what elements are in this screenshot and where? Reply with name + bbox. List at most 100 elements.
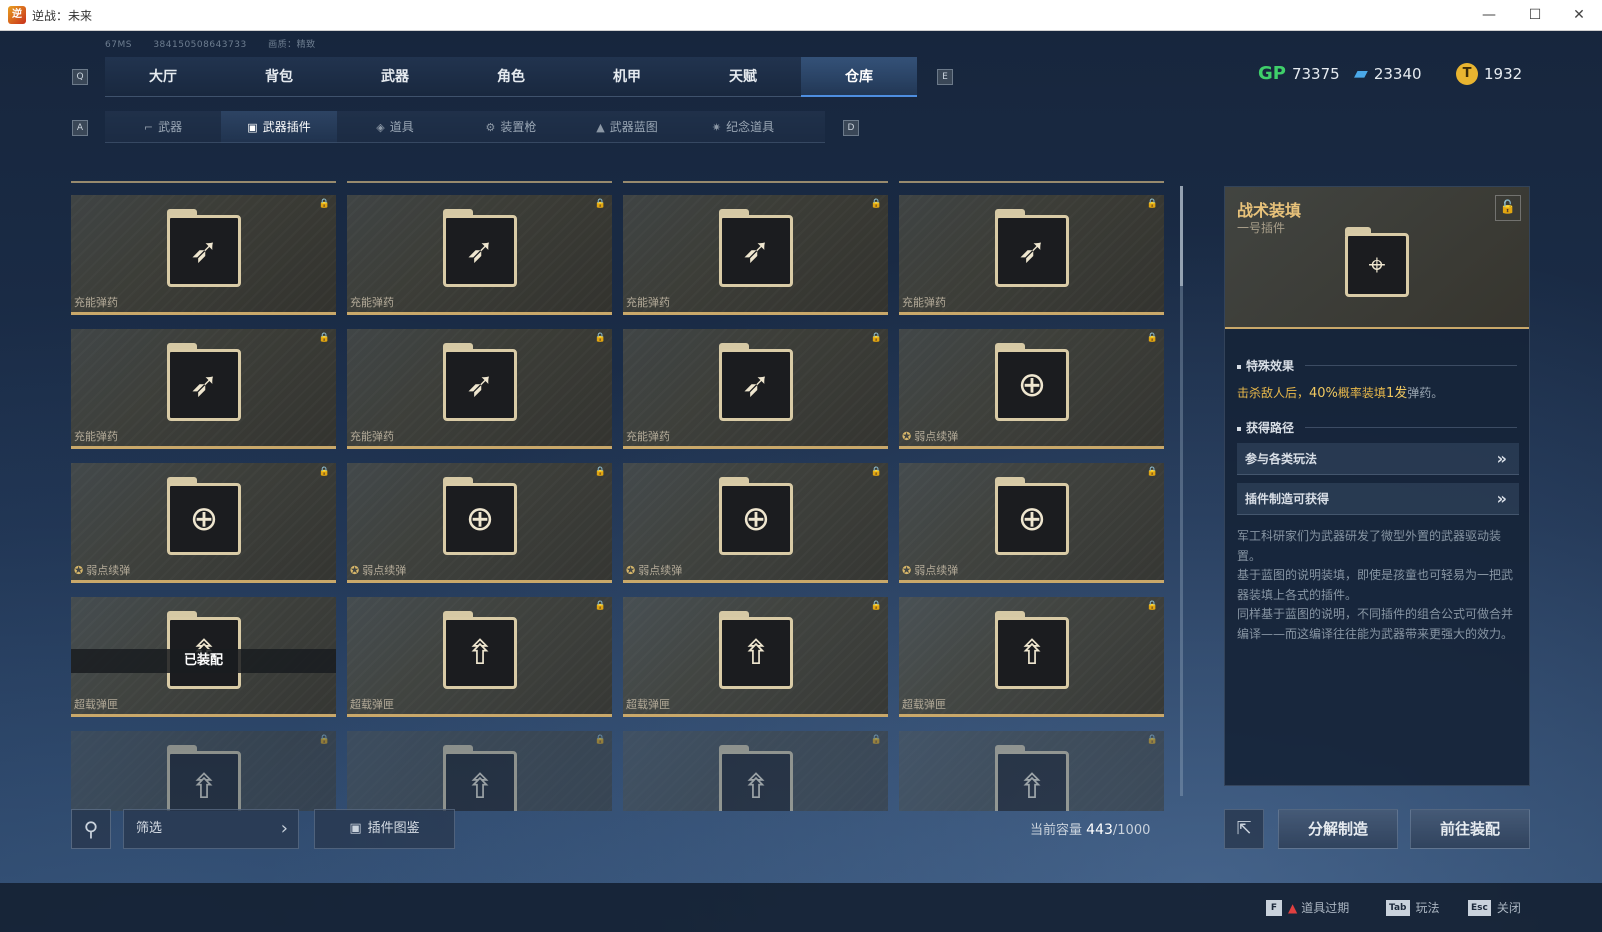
detail-subtitle: 一号插件 bbox=[1237, 221, 1286, 235]
hint-item-expiry[interactable]: F ▲ 道具过期 bbox=[1266, 899, 1349, 916]
source-crafting[interactable]: 插件制造可获得 » bbox=[1237, 483, 1519, 515]
key-a-hint: A bbox=[72, 120, 88, 136]
plugin-name: ✪ 弱点续弹 bbox=[902, 430, 959, 443]
hint-play-modes[interactable]: Tab 玩法 bbox=[1386, 899, 1440, 916]
catalog-label: 插件图鉴 bbox=[367, 821, 420, 836]
tab-backpack[interactable]: 背包 bbox=[221, 57, 337, 97]
plugin-card[interactable]: 🔒 ⇮ bbox=[623, 731, 888, 811]
plugin-name: 充能弹药 bbox=[902, 296, 946, 309]
plugin-card[interactable]: 🔒 ➶ 充能弹药 bbox=[71, 329, 336, 449]
plugin-card[interactable]: 🔒 ➶ 充能弹药 bbox=[899, 195, 1164, 315]
share-button[interactable]: ⇱ bbox=[1224, 809, 1264, 849]
badge-icon: ✪ bbox=[350, 564, 360, 577]
maximize-button[interactable]: ☐ bbox=[1512, 0, 1558, 31]
lock-icon: 🔒 bbox=[1146, 199, 1158, 209]
coin-currency: T 1932 bbox=[1456, 63, 1522, 85]
plugin-card[interactable]: 🔒 ➶ 充能弹药 bbox=[347, 195, 612, 315]
tab-talent[interactable]: 天赋 bbox=[685, 57, 801, 97]
detail-title: 战术装填 bbox=[1237, 201, 1302, 220]
plugin-icon: ▣ bbox=[247, 121, 258, 134]
plugin-name: 充能弹药 bbox=[350, 430, 394, 443]
ticket-currency: ▰ 23340 bbox=[1354, 63, 1422, 84]
column-rule bbox=[347, 181, 612, 183]
lock-icon: 🔒 bbox=[318, 199, 330, 209]
go-equip-button[interactable]: 前往装配 bbox=[1410, 809, 1530, 849]
disassemble-button[interactable]: 分解制造 bbox=[1278, 809, 1398, 849]
plugin-card[interactable]: 🔒 ⇮ 超载弹匣 bbox=[899, 597, 1164, 717]
filter-button[interactable]: 筛选 › bbox=[123, 809, 299, 849]
column-rule bbox=[899, 181, 1164, 183]
plugin-card[interactable]: 🔒 ➶ 充能弹药 bbox=[623, 195, 888, 315]
subtab-device-guns[interactable]: ⚙ 装置枪 bbox=[453, 111, 569, 143]
plugin-card[interactable]: ⇮ 已装配 超载弹匣 bbox=[71, 597, 336, 717]
search-icon: ⚲ bbox=[83, 817, 99, 841]
tactical-reload-icon: ⌖ bbox=[1345, 227, 1409, 299]
subtab-label: 纪念道具 bbox=[726, 120, 775, 134]
item-icon: ◈ bbox=[376, 121, 385, 134]
column-rule bbox=[71, 181, 336, 183]
lock-icon: 🔒 bbox=[870, 735, 882, 745]
plugin-card[interactable]: 🔒 ⊕ ✪ 弱点续弹 bbox=[899, 329, 1164, 449]
subtab-souvenirs[interactable]: ✷ 纪念道具 bbox=[685, 111, 801, 143]
lock-icon: 🔒 bbox=[1146, 467, 1158, 477]
tab-character[interactable]: 角色 bbox=[453, 57, 569, 97]
divider bbox=[1305, 365, 1517, 366]
crosshair-icon: ⊕ bbox=[995, 477, 1069, 557]
plugin-card[interactable]: 🔒 ⇮ bbox=[899, 731, 1164, 811]
plugin-card[interactable]: 🔒 ⇮ 超载弹匣 bbox=[623, 597, 888, 717]
plugin-card[interactable]: 🔒 ⇮ bbox=[347, 731, 612, 811]
gp-icon: GP bbox=[1258, 63, 1286, 84]
plugin-card[interactable]: 🔒 ⇮ 超载弹匣 bbox=[347, 597, 612, 717]
plugin-catalog-button[interactable]: ▣ 插件图鉴 bbox=[314, 809, 455, 849]
share-icon: ⇱ bbox=[1236, 818, 1252, 839]
tab-warehouse[interactable]: 仓库 bbox=[801, 57, 917, 97]
weapon-icon: ⌐ bbox=[143, 121, 154, 134]
plugin-card[interactable]: 🔒 ⊕ ✪ 弱点续弹 bbox=[623, 463, 888, 583]
debug-info: 67MS 384150508643733 画质：精致 bbox=[105, 37, 334, 50]
subtab-label: 装置枪 bbox=[500, 120, 537, 134]
plugin-card[interactable]: 🔒 ⊕ ✪ 弱点续弹 bbox=[899, 463, 1164, 583]
lock-icon: 🔒 bbox=[594, 333, 606, 343]
ticket-value: 23340 bbox=[1373, 64, 1422, 83]
minimize-button[interactable]: — bbox=[1466, 0, 1512, 31]
plugin-name: 超载弹匣 bbox=[626, 698, 670, 711]
subtab-items[interactable]: ◈ 道具 bbox=[337, 111, 453, 143]
source-label: 参与各类玩法 bbox=[1245, 452, 1318, 466]
grid-scrollbar[interactable] bbox=[1180, 186, 1183, 796]
close-button[interactable]: ✕ bbox=[1556, 0, 1602, 31]
key-d-hint: D bbox=[843, 120, 859, 136]
scrollbar-thumb[interactable] bbox=[1180, 186, 1183, 286]
key-esc: Esc bbox=[1468, 899, 1491, 916]
lock-icon: 🔒 bbox=[594, 735, 606, 745]
hint-close[interactable]: Esc 关闭 bbox=[1468, 899, 1521, 916]
lock-icon: 🔒 bbox=[870, 601, 882, 611]
crosshair-icon: ⊕ bbox=[995, 343, 1069, 423]
lock-icon: 🔒 bbox=[870, 333, 882, 343]
plugin-name: 超载弹匣 bbox=[74, 698, 118, 711]
badge-icon: ✪ bbox=[902, 564, 912, 577]
plugin-card[interactable]: 🔒 ➶ 充能弹药 bbox=[347, 329, 612, 449]
plugin-card[interactable]: 🔒 ➶ 充能弹药 bbox=[71, 195, 336, 315]
subtab-weapon-plugins[interactable]: ▣ 武器插件 bbox=[221, 111, 337, 143]
lock-icon: 🔒 bbox=[870, 467, 882, 477]
hint-label: 玩法 bbox=[1415, 901, 1440, 915]
plugin-name: ✪ 弱点续弹 bbox=[626, 564, 683, 577]
plugin-card[interactable]: 🔒 ⊕ ✪ 弱点续弹 bbox=[347, 463, 612, 583]
hint-label: 关闭 bbox=[1496, 901, 1521, 915]
equipped-banner: 已装配 bbox=[71, 649, 336, 673]
search-button[interactable]: ⚲ bbox=[71, 809, 111, 849]
plugin-card[interactable]: 🔒 ⊕ ✪ 弱点续弹 bbox=[71, 463, 336, 583]
gp-currency: GP 73375 bbox=[1258, 63, 1340, 84]
plugin-name: 充能弹药 bbox=[74, 296, 118, 309]
tab-weapons[interactable]: 武器 bbox=[337, 57, 453, 97]
tab-mecha[interactable]: 机甲 bbox=[569, 57, 685, 97]
plugin-card[interactable]: 🔒 ⇮ bbox=[71, 731, 336, 811]
source-play-modes[interactable]: 参与各类玩法 » bbox=[1237, 443, 1519, 475]
plugin-card[interactable]: 🔒 ➶ 充能弹药 bbox=[623, 329, 888, 449]
unlock-icon[interactable]: 🔓 bbox=[1495, 195, 1521, 221]
filter-label: 筛选 bbox=[136, 821, 163, 836]
plugin-name: 充能弹药 bbox=[350, 296, 394, 309]
tab-lobby[interactable]: 大厅 bbox=[105, 57, 221, 97]
subtab-blueprints[interactable]: ▲ 武器蓝图 bbox=[569, 111, 685, 143]
subtab-weapons[interactable]: ⌐ 武器 bbox=[105, 111, 221, 143]
